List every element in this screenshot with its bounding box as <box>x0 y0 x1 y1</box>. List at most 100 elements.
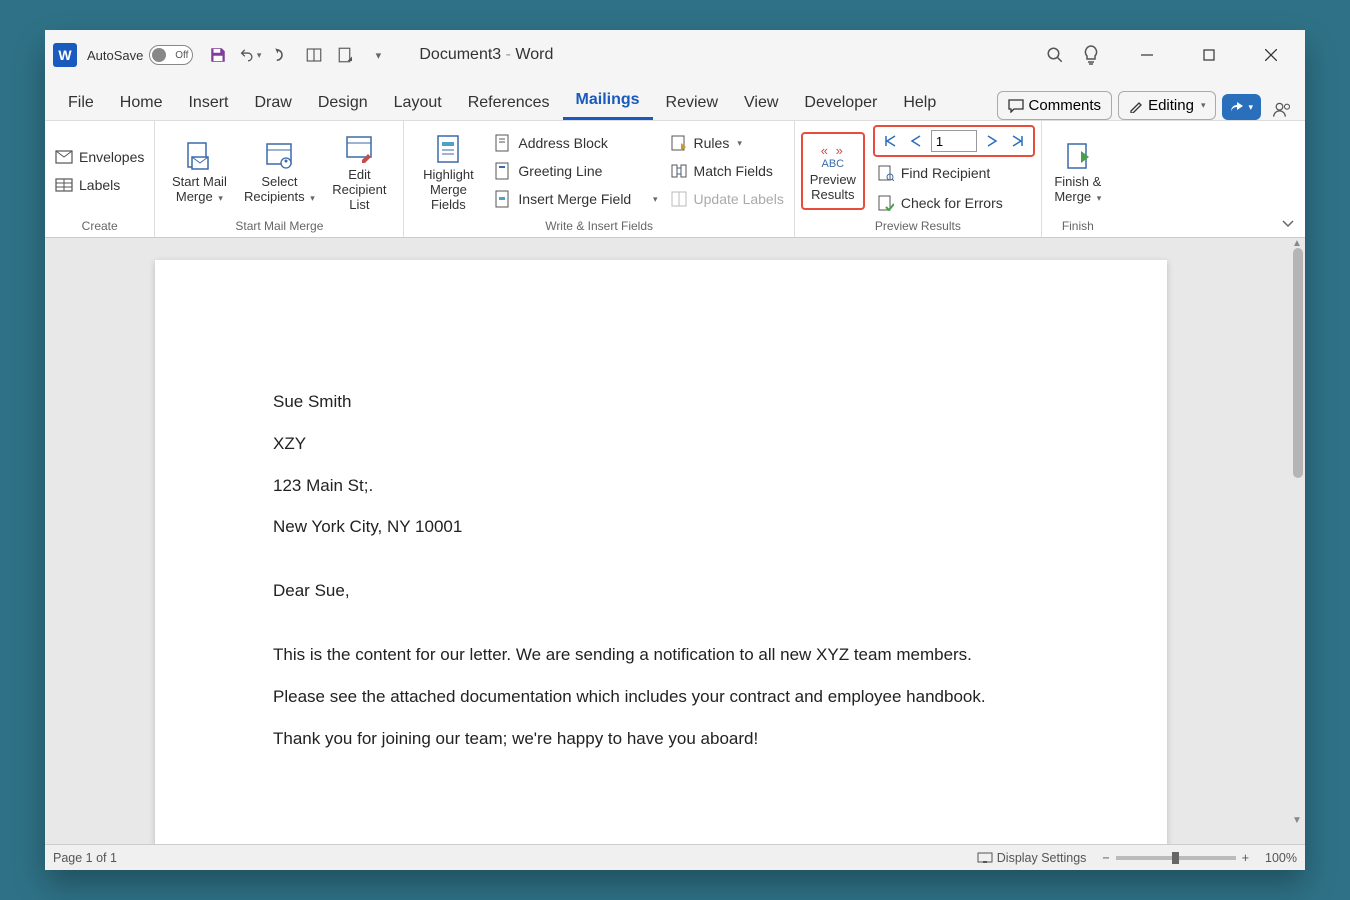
display-settings-button[interactable]: Display Settings <box>977 851 1087 865</box>
qat-icon-2[interactable] <box>335 44 357 66</box>
share-button[interactable]: ▾ <box>1222 94 1261 120</box>
tab-references[interactable]: References <box>455 86 563 120</box>
highlight-nav <box>873 125 1035 157</box>
record-nav <box>879 129 1029 153</box>
minimize-button[interactable] <box>1129 37 1165 73</box>
update-labels-label: Update Labels <box>694 191 784 207</box>
zoom-out-button[interactable]: − <box>1102 851 1109 865</box>
zoom-in-button[interactable]: + <box>1242 851 1249 865</box>
tab-mailings[interactable]: Mailings <box>563 83 653 120</box>
page-indicator[interactable]: Page 1 of 1 <box>53 851 117 865</box>
insert-field-label: Insert Merge Field <box>518 191 631 207</box>
word-app-icon: W <box>53 43 77 67</box>
update-labels-icon <box>670 191 688 207</box>
highlight-preview-button: « »ABC Preview Results <box>801 132 865 210</box>
maximize-button[interactable] <box>1191 37 1227 73</box>
group-create: Envelopes Labels Create <box>45 121 155 237</box>
match-icon <box>670 163 688 179</box>
quick-access-toolbar: ▾ ▾ <box>207 44 389 66</box>
tab-layout[interactable]: Layout <box>381 86 455 120</box>
redo-icon[interactable] <box>271 44 293 66</box>
paragraph-1: This is the content for our letter. We a… <box>273 643 1049 667</box>
tab-design[interactable]: Design <box>305 86 381 120</box>
recipients-icon <box>264 138 294 174</box>
envelopes-button[interactable]: Envelopes <box>51 143 148 171</box>
recipient-name: Sue Smith <box>273 390 1049 414</box>
first-record-button[interactable] <box>879 129 901 153</box>
help-bulb-icon[interactable] <box>1073 37 1109 73</box>
find-recipient-button[interactable]: Find Recipient <box>873 159 1035 187</box>
tab-home[interactable]: Home <box>107 86 176 120</box>
group-start-mail-merge: Start Mail Merge ▾ Select Recipients ▾ E… <box>155 121 404 237</box>
tab-draw[interactable]: Draw <box>241 86 304 120</box>
account-icon[interactable] <box>1269 100 1295 120</box>
zoom-slider[interactable] <box>1116 856 1236 860</box>
finish-merge-button[interactable]: Finish & Merge ▾ <box>1048 134 1108 208</box>
tab-insert[interactable]: Insert <box>175 86 241 120</box>
rules-icon <box>670 135 688 151</box>
recipient-street: 123 Main St;. <box>273 474 1049 498</box>
scroll-down-icon[interactable]: ▼ <box>1291 815 1303 826</box>
zoom-level[interactable]: 100% <box>1265 851 1297 865</box>
display-settings-label: Display Settings <box>997 851 1087 865</box>
address-block-button[interactable]: Address Block <box>490 129 661 157</box>
check-label: Check for Errors <box>901 195 1003 211</box>
document-page: Sue Smith XZY 123 Main St;. New York Cit… <box>155 260 1167 844</box>
record-number-input[interactable] <box>931 130 977 152</box>
recipient-company: XZY <box>273 432 1049 456</box>
page-content[interactable]: Sue Smith XZY 123 Main St;. New York Cit… <box>155 260 1167 750</box>
prev-record-button[interactable] <box>905 129 927 153</box>
address-block-icon <box>494 134 512 152</box>
rules-button[interactable]: Rules▾ <box>666 129 788 157</box>
mail-merge-icon <box>184 138 214 174</box>
check-icon <box>877 195 895 211</box>
zoom-thumb[interactable] <box>1172 852 1179 864</box>
insert-field-icon <box>494 190 512 208</box>
close-button[interactable] <box>1253 37 1289 73</box>
comments-button[interactable]: Comments <box>997 91 1113 120</box>
tab-view[interactable]: View <box>731 86 791 120</box>
find-icon <box>877 165 895 181</box>
autosave-toggle[interactable]: Off <box>149 45 193 65</box>
recipient-city: New York City, NY 10001 <box>273 515 1049 539</box>
qat-customize-icon[interactable]: ▾ <box>367 44 389 66</box>
scrollbar-thumb[interactable] <box>1293 248 1303 478</box>
editing-button[interactable]: Editing▾ <box>1118 91 1216 120</box>
edit-recipient-list-button[interactable]: Edit Recipient List <box>321 127 397 216</box>
paragraph-2: Please see the attached documentation wh… <box>273 685 1049 709</box>
preview-results-button[interactable]: « »ABC Preview Results <box>805 136 861 206</box>
preview-icon: « »ABC <box>821 140 845 172</box>
save-icon[interactable] <box>207 44 229 66</box>
qat-icon-1[interactable] <box>303 44 325 66</box>
highlight-merge-fields-button[interactable]: Highlight Merge Fields <box>410 127 486 216</box>
window-controls <box>1129 37 1289 73</box>
envelope-icon <box>55 150 73 164</box>
greeting-line-button[interactable]: Greeting Line <box>490 157 661 185</box>
check-errors-button[interactable]: Check for Errors <box>873 189 1035 217</box>
next-record-button[interactable] <box>981 129 1003 153</box>
rules-label: Rules <box>694 135 730 151</box>
match-fields-button[interactable]: Match Fields <box>666 157 788 185</box>
paragraph-3: Thank you for joining our team; we're ha… <box>273 727 1049 751</box>
group-write-label: Write & Insert Fields <box>545 217 653 237</box>
tab-developer[interactable]: Developer <box>791 86 890 120</box>
search-icon[interactable] <box>1037 37 1073 73</box>
ribbon: Envelopes Labels Create Start Mail Merge… <box>45 120 1305 238</box>
editing-label: Editing <box>1148 97 1194 114</box>
collapse-ribbon-icon[interactable] <box>1281 219 1295 229</box>
autosave-state: Off <box>175 50 188 61</box>
doc-name: Document3 <box>419 46 501 63</box>
last-record-button[interactable] <box>1007 129 1029 153</box>
labels-button[interactable]: Labels <box>51 171 148 199</box>
tab-file[interactable]: File <box>55 86 107 120</box>
insert-merge-field-button[interactable]: Insert Merge Field ▾ <box>490 185 661 213</box>
undo-icon[interactable]: ▾ <box>239 44 261 66</box>
group-preview-label: Preview Results <box>875 217 961 237</box>
start-mail-merge-button[interactable]: Start Mail Merge ▾ <box>161 134 237 208</box>
select-recipients-button[interactable]: Select Recipients ▾ <box>241 134 317 208</box>
tab-review[interactable]: Review <box>653 86 731 120</box>
app-name: Word <box>515 46 553 63</box>
toggle-knob <box>152 48 166 62</box>
tab-help[interactable]: Help <box>890 86 949 120</box>
salutation: Dear Sue, <box>273 579 1049 603</box>
